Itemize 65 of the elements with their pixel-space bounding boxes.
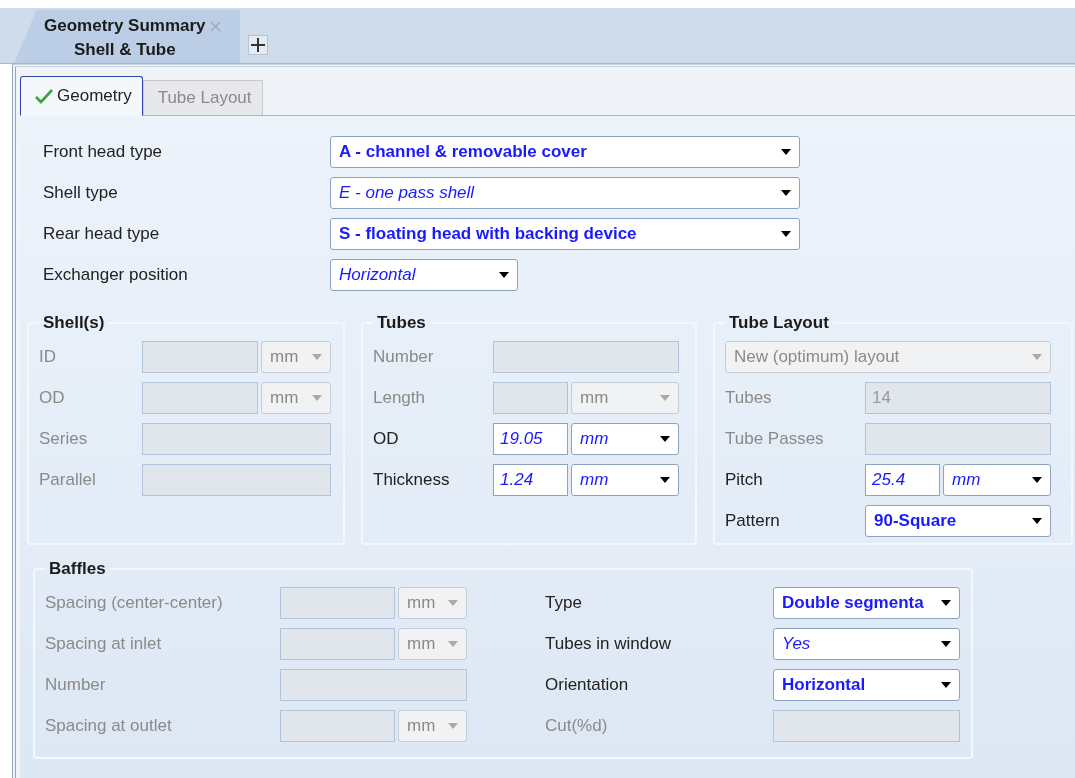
unit-dropdown[interactable]: mm (571, 423, 679, 455)
field-label: Parallel (39, 470, 97, 490)
field-label: Number (45, 675, 107, 695)
checkmark-icon (35, 88, 53, 104)
caret-icon (448, 723, 458, 729)
dropdown[interactable]: E - one pass shell (330, 177, 800, 209)
tab[interactable]: Geometry (20, 76, 143, 116)
dropdown[interactable]: Double segmenta (773, 587, 960, 619)
caret-icon (660, 395, 670, 401)
input-field[interactable]: 1.24 (493, 464, 568, 496)
caret-icon (1032, 354, 1042, 360)
input-field[interactable]: 25.4 (865, 464, 940, 496)
caret-icon (941, 600, 951, 606)
field-label: Spacing at inlet (45, 634, 163, 654)
document-tab[interactable]: Geometry Summary Shell & Tube (14, 10, 240, 63)
close-icon[interactable] (209, 21, 221, 32)
field-label: Exchanger position (43, 265, 189, 285)
field-label: Tubes (725, 388, 773, 408)
group-title: Tube Layout (728, 313, 830, 333)
dropdown[interactable]: A - channel & removable cover (330, 136, 800, 168)
caret-icon (660, 477, 670, 483)
caret-icon (312, 395, 322, 401)
add-tab-icon[interactable] (248, 35, 268, 55)
field-label: Pitch (725, 470, 764, 490)
field-label: Tube Passes (725, 429, 825, 449)
caret-icon (941, 641, 951, 647)
caret-icon (660, 436, 670, 442)
group-title: Tubes (376, 313, 427, 333)
field-label: Rear head type (43, 224, 161, 244)
field-label: Number (373, 347, 435, 367)
unit-dropdown[interactable]: mm (571, 464, 679, 496)
caret-icon (448, 600, 458, 606)
dropdown[interactable]: S - floating head with backing device (330, 218, 800, 250)
caret-icon (1032, 477, 1042, 483)
dropdown[interactable]: Yes (773, 628, 960, 660)
caret-icon (312, 354, 322, 360)
caret-icon (1032, 518, 1042, 524)
group-title: Baffles (48, 559, 107, 579)
field-label: Cut(%d) (545, 716, 609, 736)
field-label: Pattern (725, 511, 781, 531)
field-label: Tubes in window (545, 634, 672, 654)
field-label: Orientation (545, 675, 630, 695)
caret-icon (781, 190, 791, 196)
field-label: Length (373, 388, 426, 408)
field-label: Series (39, 429, 89, 449)
unit-dropdown[interactable]: mm (943, 464, 1051, 496)
field-label: Type (545, 593, 583, 613)
field-label: Shell type (43, 183, 119, 203)
dropdown[interactable]: Horizontal (773, 669, 960, 701)
field-label: OD (39, 388, 66, 408)
caret-icon (781, 231, 791, 237)
caret-icon (448, 641, 458, 647)
caret-icon (499, 272, 509, 278)
caret-icon (781, 149, 791, 155)
field-label: Spacing at outlet (45, 716, 173, 736)
group-title: Shell(s) (42, 313, 106, 333)
field-label: Spacing (center-center) (45, 593, 224, 613)
caret-icon (941, 682, 951, 688)
dropdown[interactable]: Horizontal (330, 259, 518, 291)
dropdown[interactable]: 90-Square (865, 505, 1051, 537)
field-label: Front head type (43, 142, 164, 162)
input-field[interactable]: 19.05 (493, 423, 568, 455)
field-label: ID (39, 347, 57, 367)
field-label: OD (373, 429, 400, 449)
field-label: Thickness (373, 470, 451, 490)
